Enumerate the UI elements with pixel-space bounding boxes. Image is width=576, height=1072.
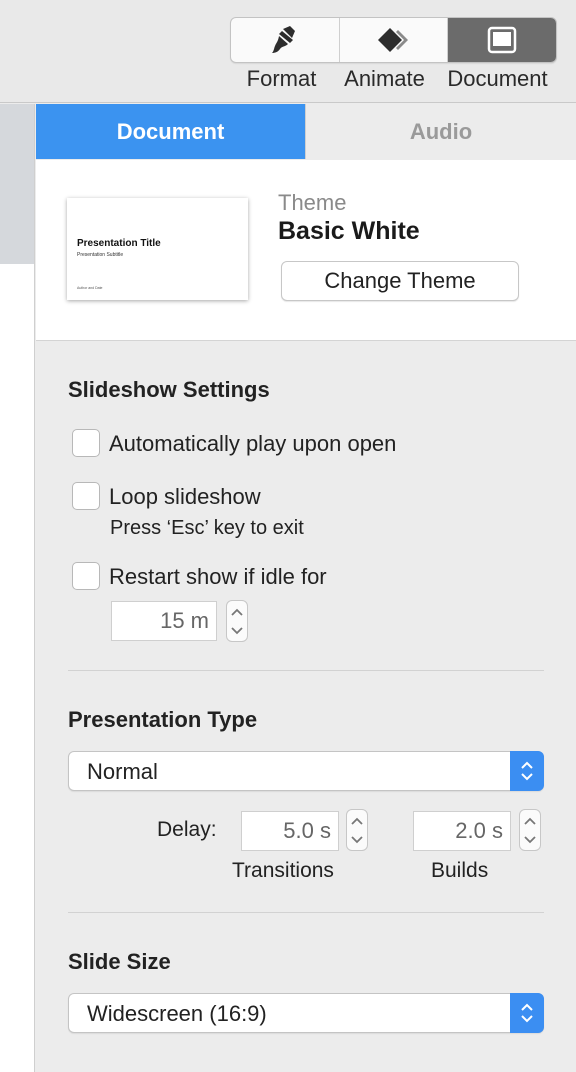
- stepper-down-icon[interactable]: [227, 621, 247, 641]
- stepper-down-icon[interactable]: [347, 830, 367, 850]
- format-button[interactable]: [231, 18, 340, 62]
- idle-time-field[interactable]: 15 m: [111, 601, 217, 641]
- stepper-up-icon[interactable]: [227, 602, 247, 622]
- paintbrush-icon: [268, 25, 302, 55]
- auto-play-label: Automatically play upon open: [109, 431, 397, 456]
- slide-canvas-edge: [0, 104, 35, 1072]
- presentation-type-heading: Presentation Type: [68, 707, 258, 732]
- thumbnail-title: Presentation Title: [77, 238, 161, 249]
- loop-hint: Press ‘Esc’ key to exit: [110, 517, 304, 539]
- theme-thumbnail[interactable]: Presentation Title Presentation Subtitle…: [67, 198, 248, 300]
- idle-time-stepper[interactable]: [226, 600, 248, 642]
- transitions-delay-field[interactable]: 5.0 s: [241, 811, 339, 851]
- transitions-delay-stepper[interactable]: [346, 809, 368, 851]
- slide-size-value: Widescreen (16:9): [87, 1001, 267, 1026]
- theme-label: Theme: [278, 190, 347, 215]
- diamond-arrows-icon: [376, 26, 412, 54]
- presentation-type-popup[interactable]: Normal: [68, 751, 544, 791]
- slideshow-settings-heading: Slideshow Settings: [68, 377, 270, 402]
- theme-section: Presentation Title Presentation Subtitle…: [36, 160, 576, 341]
- document-window-icon: [487, 26, 517, 54]
- document-button[interactable]: [448, 18, 556, 62]
- builds-label: Builds: [431, 859, 489, 882]
- builds-delay-stepper[interactable]: [519, 809, 541, 851]
- popup-chevrons-icon: [510, 993, 544, 1033]
- thumbnail-author: Author and Date: [77, 286, 103, 290]
- document-tabs: Document Audio: [36, 104, 576, 159]
- tab-audio[interactable]: Audio: [305, 104, 576, 159]
- section-divider: [68, 670, 544, 671]
- inspector-segmented-control: [230, 17, 557, 63]
- auto-play-checkbox[interactable]: [72, 429, 100, 457]
- slide-size-heading: Slide Size: [68, 949, 171, 974]
- tab-document[interactable]: Document: [36, 104, 305, 159]
- slide-size-popup[interactable]: Widescreen (16:9): [68, 993, 544, 1033]
- document-label: Document: [447, 66, 548, 91]
- theme-name: Basic White: [278, 217, 420, 245]
- format-label: Format: [246, 66, 317, 91]
- transitions-label: Transitions: [232, 859, 334, 882]
- change-theme-button[interactable]: Change Theme: [281, 261, 519, 301]
- loop-slideshow-checkbox[interactable]: [72, 482, 100, 510]
- inspector-toolbar: Format Animate Document: [0, 0, 576, 103]
- animate-label: Animate: [344, 66, 425, 91]
- delay-label: Delay:: [157, 818, 217, 841]
- popup-chevrons-icon: [510, 751, 544, 791]
- restart-idle-checkbox[interactable]: [72, 562, 100, 590]
- loop-slideshow-label: Loop slideshow: [109, 484, 261, 509]
- canvas-toolbar-edge: [0, 104, 34, 264]
- animate-button[interactable]: [340, 18, 449, 62]
- stepper-up-icon[interactable]: [347, 811, 367, 831]
- stepper-up-icon[interactable]: [520, 811, 540, 831]
- section-divider: [68, 912, 544, 913]
- restart-idle-label: Restart show if idle for: [109, 564, 327, 589]
- stepper-down-icon[interactable]: [520, 830, 540, 850]
- builds-delay-field[interactable]: 2.0 s: [413, 811, 511, 851]
- thumbnail-subtitle: Presentation Subtitle: [77, 252, 124, 258]
- presentation-type-value: Normal: [87, 759, 158, 784]
